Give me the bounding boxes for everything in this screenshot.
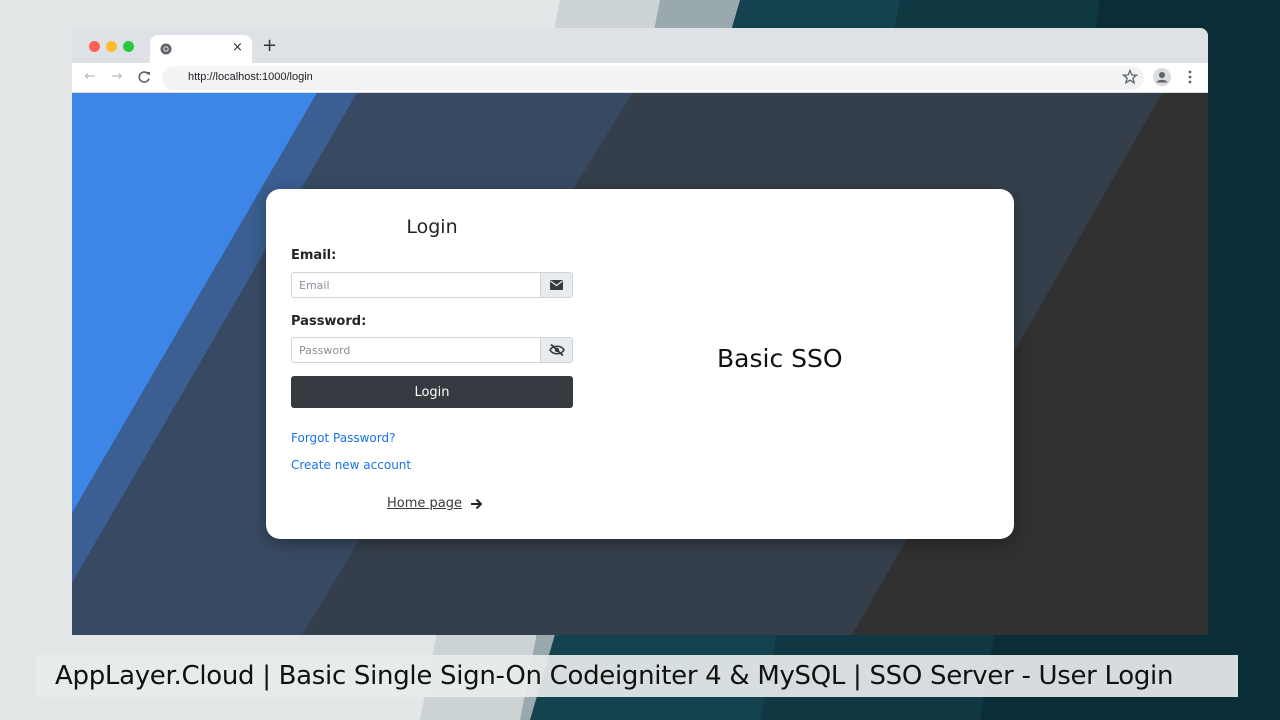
address-bar[interactable]: http://localhost:1000/login: [162, 66, 1144, 90]
new-tab-button[interactable]: +: [262, 37, 277, 55]
login-card: Login Email: Password:: [266, 189, 1014, 539]
close-window-button[interactable]: [89, 41, 100, 52]
browser-tab[interactable]: ×: [150, 35, 252, 63]
login-button[interactable]: Login: [291, 376, 573, 408]
kebab-menu-icon[interactable]: [1182, 68, 1198, 86]
minimize-window-button[interactable]: [106, 41, 117, 52]
email-input[interactable]: [292, 273, 541, 297]
brand-title: Basic SSO: [717, 344, 843, 373]
password-input[interactable]: [292, 338, 541, 362]
forgot-password-link[interactable]: Forgot Password?: [291, 431, 395, 445]
password-input-group: [291, 337, 573, 363]
avatar-icon[interactable]: [1153, 68, 1171, 86]
tab-strip: × +: [72, 28, 1208, 63]
back-icon[interactable]: ←: [82, 69, 98, 85]
caption-bar: AppLayer.Cloud | Basic Single Sign-On Co…: [36, 655, 1238, 697]
browser-window: × + ← → http://localhost:1000/login Logi…: [72, 28, 1208, 635]
tab-close-icon[interactable]: ×: [232, 41, 243, 55]
envelope-icon: [550, 280, 563, 290]
browser-toolbar: ← → http://localhost:1000/login: [72, 63, 1208, 93]
reload-icon[interactable]: [136, 69, 152, 85]
eye-slash-icon: [548, 344, 565, 356]
email-label: Email:: [291, 248, 337, 263]
chrome-favicon-icon: [160, 43, 172, 55]
star-icon[interactable]: [1122, 69, 1138, 85]
home-page-label: Home page: [387, 496, 462, 511]
login-heading: Login: [406, 216, 458, 238]
toggle-password-visibility[interactable]: [540, 338, 572, 362]
url-text[interactable]: http://localhost:1000/login: [188, 71, 313, 83]
caption-text: AppLayer.Cloud | Basic Single Sign-On Co…: [55, 661, 1174, 691]
page-viewport: Login Email: Password:: [72, 93, 1208, 635]
forward-icon[interactable]: →: [109, 69, 125, 85]
home-page-link[interactable]: Home page: [387, 496, 483, 511]
email-addon: [540, 273, 572, 297]
password-label: Password:: [291, 314, 367, 329]
email-input-group: [291, 272, 573, 298]
maximize-window-button[interactable]: [123, 41, 134, 52]
arrow-right-icon: [471, 498, 483, 509]
create-account-link[interactable]: Create new account: [291, 458, 411, 472]
